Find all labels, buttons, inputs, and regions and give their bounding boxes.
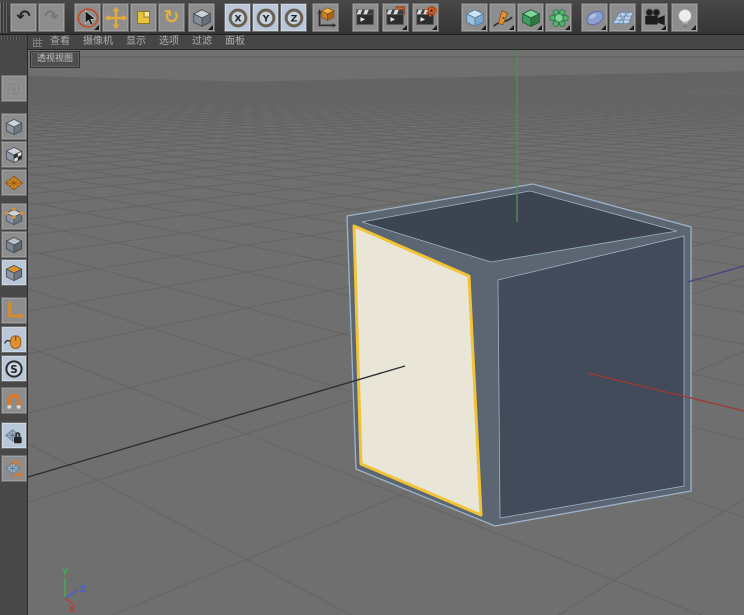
floor-button[interactable] <box>609 3 636 32</box>
scale-icon <box>132 6 156 30</box>
scale-button[interactable] <box>130 3 157 32</box>
model-mode-button[interactable] <box>1 113 27 140</box>
add-cube-button[interactable] <box>461 3 488 32</box>
menu-filter[interactable]: 过滤 <box>192 35 212 49</box>
deformers-icon <box>547 6 571 30</box>
edges-mode-icon <box>3 234 25 256</box>
menu-display[interactable]: 显示 <box>126 35 146 49</box>
generators-button[interactable] <box>517 3 544 32</box>
x-axis-lock-button[interactable]: X <box>224 3 251 32</box>
environment-button[interactable] <box>581 3 608 32</box>
undo-button[interactable]: ↶ <box>10 3 37 32</box>
render-view-button[interactable] <box>352 3 379 32</box>
edges-mode-button[interactable] <box>1 231 27 258</box>
application-window: ↶ ↷ ↻ X Y Z 查看 摄像机 显示 选项 过滤 面板 S YZX 透视视图 <box>0 0 744 615</box>
render-settings-button[interactable] <box>412 3 439 32</box>
menubar-grip-icon[interactable] <box>33 37 42 47</box>
gizmo-y-label: Y <box>61 568 69 578</box>
gizmo-x-label: X <box>69 605 76 615</box>
floor-icon <box>611 6 635 30</box>
workplane-mode-button[interactable] <box>1 169 27 196</box>
top-toolbar: ↶ ↷ ↻ X Y Z <box>0 0 744 35</box>
x-axis-lock-icon: X <box>226 6 250 30</box>
svg-text:S: S <box>10 364 17 375</box>
points-mode-button[interactable] <box>1 203 27 230</box>
tweak-mode-icon <box>3 329 25 351</box>
tweak-mode-button[interactable] <box>1 326 27 353</box>
enable-axis-button[interactable] <box>1 297 27 324</box>
deformers-button[interactable] <box>545 3 572 32</box>
viewport-name-label: 透视视图 <box>29 51 81 68</box>
menu-panel[interactable]: 面板 <box>225 35 245 49</box>
redo-button: ↷ <box>38 3 65 32</box>
workplane-align-button[interactable] <box>1 455 27 482</box>
z-axis-lock-icon: Z <box>282 6 306 30</box>
cube-right-face[interactable] <box>497 235 685 519</box>
add-cube-icon <box>463 6 487 30</box>
coordinate-system-button[interactable] <box>312 3 339 32</box>
pen-spline-button[interactable] <box>489 3 516 32</box>
last-tool-cube-icon <box>190 6 214 30</box>
menu-view[interactable]: 查看 <box>50 35 70 49</box>
left-mode-toolbar: S <box>0 35 28 615</box>
enable-snap-button[interactable]: S <box>1 355 27 382</box>
rotate-icon: ↻ <box>163 6 180 28</box>
menu-options[interactable]: 选项 <box>159 35 179 49</box>
camera-icon <box>643 6 667 30</box>
toolbar-grip-handle[interactable] <box>0 2 8 33</box>
magnet-button[interactable] <box>1 387 27 414</box>
enable-axis-icon <box>3 300 25 322</box>
last-tool-cube-button[interactable] <box>188 3 215 32</box>
gizmo-z-label: Z <box>80 585 86 595</box>
move-button[interactable] <box>102 3 129 32</box>
camera-button[interactable] <box>641 3 668 32</box>
enable-snap-icon: S <box>3 358 25 380</box>
redo-icon: ↷ <box>44 7 59 27</box>
live-selection-button[interactable] <box>74 3 101 32</box>
model-mode-icon <box>3 116 25 138</box>
svg-text:X: X <box>234 13 241 24</box>
points-mode-icon <box>3 206 25 228</box>
cube-object[interactable] <box>346 183 692 527</box>
polygons-mode-button[interactable] <box>1 259 27 286</box>
perspective-viewport[interactable]: Y ZX 透视视图 <box>28 50 744 615</box>
menu-camera[interactable]: 摄像机 <box>83 35 113 49</box>
undo-icon: ↶ <box>16 7 31 27</box>
live-selection-icon <box>76 6 100 30</box>
sidebar-grip-handle[interactable] <box>1 36 27 40</box>
coordinate-system-icon <box>314 6 338 30</box>
y-axis-lock-button[interactable]: Y <box>252 3 279 32</box>
light-icon <box>673 6 697 30</box>
lock-workplane-icon <box>3 425 25 447</box>
workplane-align-icon <box>3 458 25 480</box>
viewport-menubar: 查看 摄像机 显示 选项 过滤 面板 <box>28 35 744 50</box>
magnet-icon <box>3 390 25 412</box>
environment-icon <box>583 6 607 30</box>
y-axis-lock-icon: Y <box>254 6 278 30</box>
light-button[interactable] <box>671 3 698 32</box>
svg-text:Y: Y <box>261 13 269 24</box>
texture-mode-icon <box>3 144 25 166</box>
render-picture-viewer-icon <box>384 5 408 30</box>
make-editable-icon <box>3 78 25 100</box>
generators-icon <box>519 6 543 30</box>
render-settings-icon <box>414 5 438 30</box>
move-icon <box>103 5 128 30</box>
svg-text:Z: Z <box>290 13 297 24</box>
z-axis-lock-button[interactable]: Z <box>280 3 307 32</box>
lock-workplane-button[interactable] <box>1 422 27 449</box>
pen-spline-icon <box>491 6 515 30</box>
make-editable-button <box>1 75 27 102</box>
texture-mode-button[interactable] <box>1 141 27 168</box>
rotate-button[interactable]: ↻ <box>158 3 185 32</box>
polygons-mode-icon <box>3 262 25 284</box>
render-picture-viewer-button[interactable] <box>382 3 409 32</box>
workplane-mode-icon <box>3 172 25 194</box>
render-view-icon <box>354 6 378 30</box>
viewport-canvas: Y ZX <box>28 50 744 615</box>
